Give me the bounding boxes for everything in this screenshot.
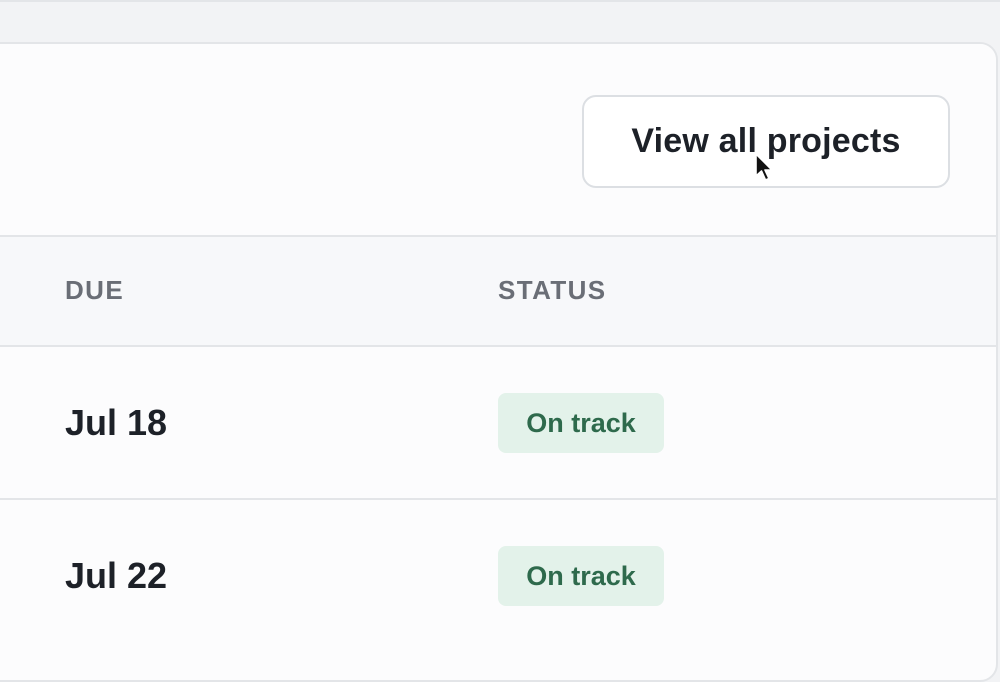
table-row[interactable]: Jul 22 On track: [0, 500, 996, 653]
status-badge: On track: [498, 546, 664, 606]
projects-card: View all projects DUE STATUS Jul 18 On t…: [0, 42, 998, 682]
due-date-cell: Jul 22: [65, 555, 168, 596]
table-header-row: DUE STATUS: [0, 237, 996, 347]
table-row[interactable]: Jul 18 On track: [0, 347, 996, 500]
column-header-status[interactable]: STATUS: [498, 275, 607, 306]
due-date-cell: Jul 18: [65, 402, 168, 443]
card-header: View all projects: [0, 44, 996, 237]
top-background-strip: [0, 0, 1000, 42]
status-badge: On track: [498, 393, 664, 453]
mouse-pointer-icon: [755, 153, 773, 181]
column-header-due[interactable]: DUE: [65, 275, 124, 306]
